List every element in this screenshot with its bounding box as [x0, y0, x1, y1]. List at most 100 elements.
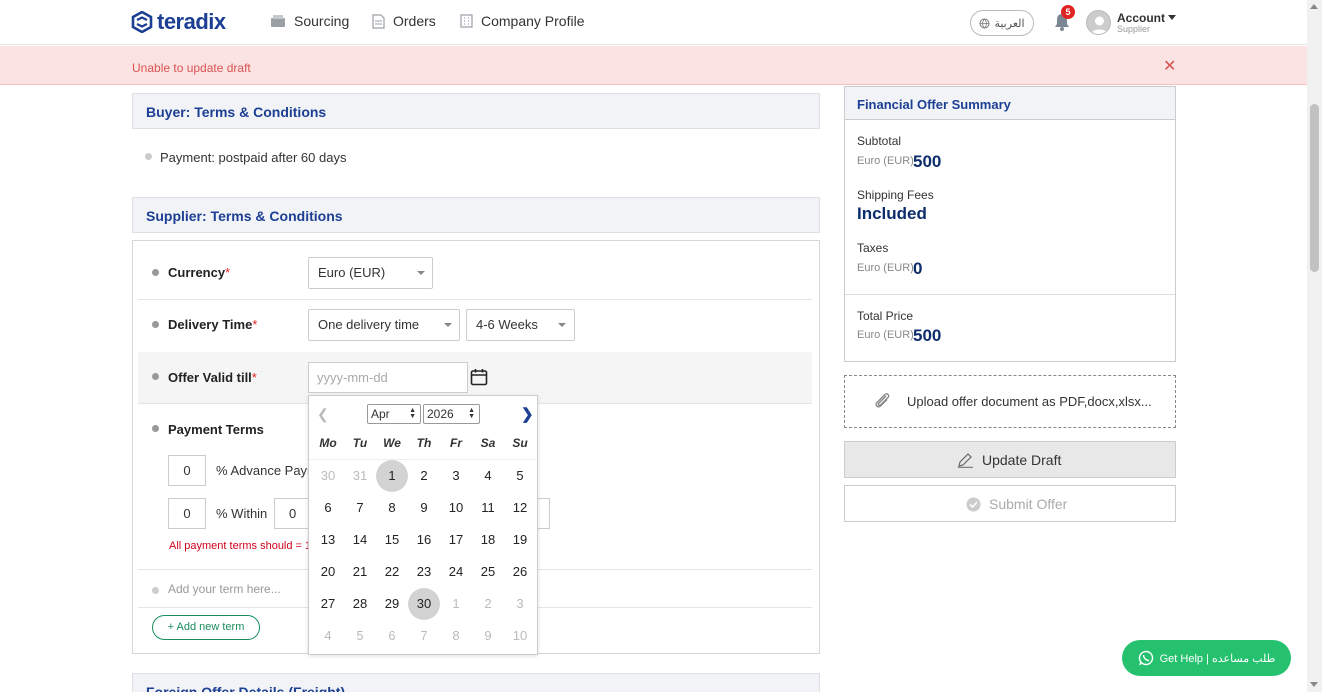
summary-title: Financial Offer Summary — [857, 97, 1011, 112]
update-draft-button[interactable]: Update Draft — [844, 441, 1176, 478]
calendar-day[interactable]: 26 — [504, 556, 536, 588]
logo-icon — [131, 11, 153, 33]
bullet — [152, 587, 159, 594]
whatsapp-icon — [1138, 650, 1153, 666]
error-alert: Unable to update draft ✕ — [0, 46, 1307, 85]
calendar-day-outside: 2 — [484, 596, 492, 611]
calendar-day[interactable]: 7 — [344, 492, 376, 524]
weekday-header: Su — [512, 436, 528, 450]
total-value: 500 — [913, 326, 942, 345]
currency-value: Euro (EUR) — [318, 265, 386, 280]
calendar-day[interactable]: 3 — [440, 460, 472, 492]
calendar-day[interactable]: 13 — [312, 524, 344, 556]
calendar-day[interactable]: 12 — [504, 492, 536, 524]
scroll-up-arrow[interactable] — [1310, 4, 1318, 9]
language-label: العربية — [994, 17, 1025, 30]
weekday-header: We — [383, 436, 401, 450]
calendar-day[interactable]: 30 — [408, 588, 440, 620]
calendar-day[interactable]: 29 — [376, 588, 408, 620]
calendar-day[interactable]: 11 — [472, 492, 504, 524]
calendar-day[interactable]: 22 — [376, 556, 408, 588]
offer-valid-label: Offer Valid till* — [168, 370, 257, 385]
avatar[interactable] — [1086, 10, 1111, 35]
delivery-type-select[interactable]: One delivery time — [308, 309, 460, 341]
calendar-day[interactable]: 1 — [376, 460, 408, 492]
select-arrows-icon: ▲ ▼ — [468, 407, 475, 420]
calendar-day-outside: 5 — [356, 628, 364, 643]
chevron-down-icon[interactable] — [1168, 15, 1176, 20]
month-value: Apr — [371, 407, 390, 421]
calendar-day[interactable]: 6 — [312, 492, 344, 524]
brand-logo[interactable]: teradix — [131, 9, 226, 35]
calendar-day-outside: 9 — [484, 628, 492, 643]
calendar-day[interactable]: 9 — [408, 492, 440, 524]
calendar-day-outside: 4 — [324, 628, 332, 643]
bullet — [145, 153, 152, 160]
get-help-label: Get Help | طلب مساعده — [1159, 652, 1276, 665]
calendar-day[interactable]: 28 — [344, 588, 376, 620]
within-percent-input[interactable]: 0 — [168, 498, 206, 529]
sourcing-icon — [271, 15, 285, 27]
within-days-input[interactable]: 0 — [274, 498, 312, 529]
currency-select[interactable]: Euro (EUR) — [308, 257, 433, 289]
add-new-term-button[interactable]: + Add new term — [152, 615, 260, 640]
account-role: Supplier — [1117, 24, 1151, 34]
calendar-day[interactable]: 21 — [344, 556, 376, 588]
calendar-day-outside: 1 — [452, 596, 460, 611]
calendar-icon[interactable] — [470, 368, 488, 386]
get-help-button[interactable]: Get Help | طلب مساعده — [1122, 640, 1291, 676]
add-term-input[interactable]: Add your term here... — [168, 582, 281, 596]
shipping-label: Shipping Fees — [857, 188, 934, 202]
weekday-header: Mo — [319, 436, 337, 450]
nav-orders[interactable]: Orders — [372, 13, 436, 29]
month-select[interactable]: Apr ▲ ▼ — [367, 404, 421, 424]
calendar-day[interactable]: 10 — [440, 492, 472, 524]
top-navbar: teradix Sourcing Orders Company Profile … — [0, 0, 1307, 45]
calendar-day[interactable]: 24 — [440, 556, 472, 588]
scroll-down-arrow[interactable] — [1310, 682, 1318, 687]
scroll-thumb[interactable] — [1310, 104, 1319, 272]
calendar-day[interactable]: 14 — [344, 524, 376, 556]
nav-company-profile[interactable]: Company Profile — [460, 13, 585, 29]
calendar-day[interactable]: 5 — [504, 460, 536, 492]
offer-valid-date-input[interactable]: yyyy-mm-dd — [308, 362, 468, 393]
calendar-day[interactable]: 8 — [376, 492, 408, 524]
close-icon[interactable]: ✕ — [1163, 56, 1176, 76]
calendar-day[interactable]: 17 — [440, 524, 472, 556]
update-draft-label: Update Draft — [982, 452, 1062, 468]
delivery-duration-select[interactable]: 4-6 Weeks — [466, 309, 575, 341]
next-month-arrow[interactable]: ❯ — [521, 405, 534, 423]
calendar-day[interactable]: 20 — [312, 556, 344, 588]
submit-offer-button[interactable]: Submit Offer — [844, 485, 1176, 522]
calendar-day[interactable]: 4 — [472, 460, 504, 492]
calendar-day-outside: 6 — [388, 628, 396, 643]
weekday-header: Sa — [480, 436, 496, 450]
chevron-down-icon — [558, 323, 566, 327]
advance-payment-input[interactable]: 0 — [168, 455, 206, 486]
bullet — [152, 373, 159, 380]
shipping-value: Included — [857, 204, 927, 223]
year-select[interactable]: 2026 ▲ ▼ — [423, 404, 480, 424]
weekday-header: Fr — [450, 436, 462, 450]
user-icon — [1091, 16, 1108, 34]
calendar-day-outside: 31 — [352, 468, 368, 483]
calendar-day[interactable]: 27 — [312, 588, 344, 620]
calendar-day[interactable]: 19 — [504, 524, 536, 556]
calendar-day[interactable]: 23 — [408, 556, 440, 588]
calendar-day-outside: 3 — [516, 596, 524, 611]
delivery-duration-value: 4-6 Weeks — [476, 317, 538, 332]
calendar-day[interactable]: 16 — [408, 524, 440, 556]
prev-month-arrow[interactable]: ❮ — [317, 406, 329, 423]
calendar-day[interactable]: 15 — [376, 524, 408, 556]
delivery-type-value: One delivery time — [318, 317, 420, 332]
calendar-day[interactable]: 18 — [472, 524, 504, 556]
date-picker: ❮ Apr ▲ ▼ 2026 ▲ ▼ ❯ Mo Tu We Th Fr Sa Su 30 31 1 2… — [308, 395, 538, 655]
building-icon — [460, 14, 473, 28]
calendar-day[interactable]: 25 — [472, 556, 504, 588]
account-menu[interactable]: Account — [1117, 11, 1165, 25]
calendar-day[interactable]: 2 — [408, 460, 440, 492]
subtotal-value: 500 — [913, 152, 942, 171]
language-toggle[interactable]: العربية — [970, 10, 1034, 36]
nav-sourcing[interactable]: Sourcing — [270, 13, 349, 29]
calendar-day-outside: 30 — [320, 468, 336, 483]
